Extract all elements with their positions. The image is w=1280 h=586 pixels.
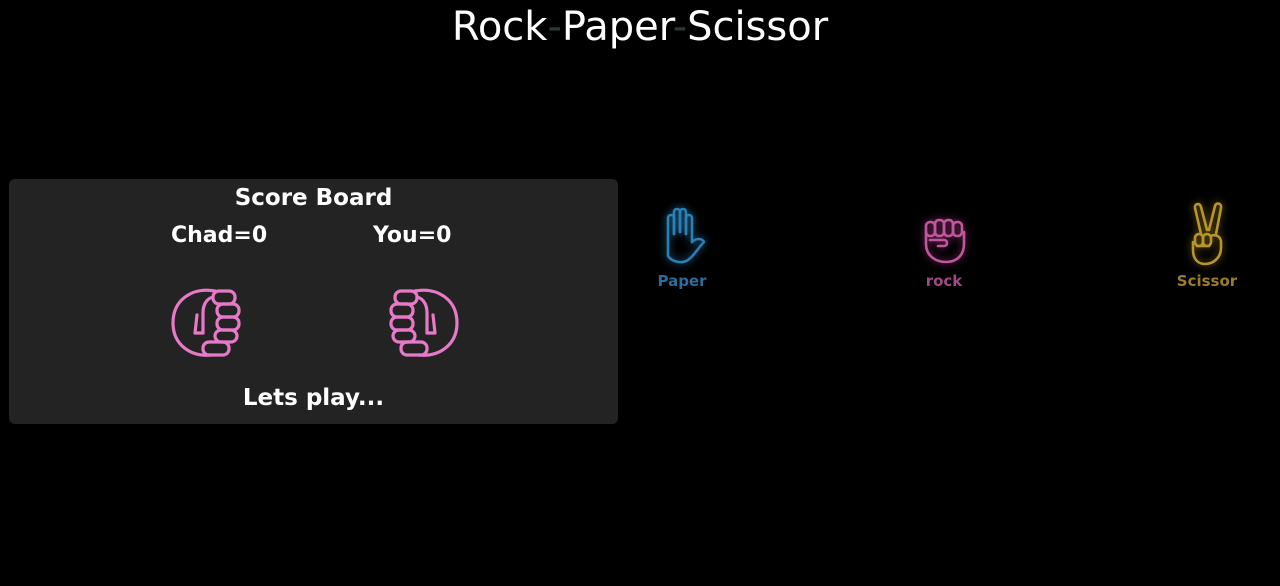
choice-rock-button[interactable]: rock	[889, 200, 999, 290]
game-status: Lets play...	[242, 385, 385, 411]
you-fist-icon	[389, 288, 459, 357]
score-board-title: Score Board	[234, 185, 393, 211]
title-separator: -	[547, 4, 562, 50]
choice-paper-label: Paper	[657, 272, 707, 290]
you-score: You=0	[373, 223, 452, 248]
title-separator: -	[672, 4, 688, 50]
choice-paper-button[interactable]: Paper	[627, 200, 737, 290]
hand-paper-icon	[666, 207, 706, 264]
hand-scissor-icon	[1191, 202, 1223, 266]
chad-fist-icon	[171, 288, 241, 357]
title-scissor: Scissor	[687, 4, 829, 50]
chad-score: Chad=0	[171, 223, 268, 248]
score-board: Score Board Chad=0 You=0 Lets play...	[9, 179, 618, 424]
title-rock: Rock	[451, 4, 548, 50]
title-paper: Paper	[561, 4, 673, 50]
choice-rock-label: rock	[925, 272, 963, 290]
page-title: Rock-Paper-Scissor	[0, 4, 1280, 50]
choice-scissor-button[interactable]: Scissor	[1152, 200, 1262, 290]
game-page: Rock-Paper-Scissor Score Board Chad=0 Yo…	[0, 0, 1280, 586]
hand-rock-icon	[924, 218, 966, 264]
choice-scissor-label: Scissor	[1176, 272, 1238, 290]
